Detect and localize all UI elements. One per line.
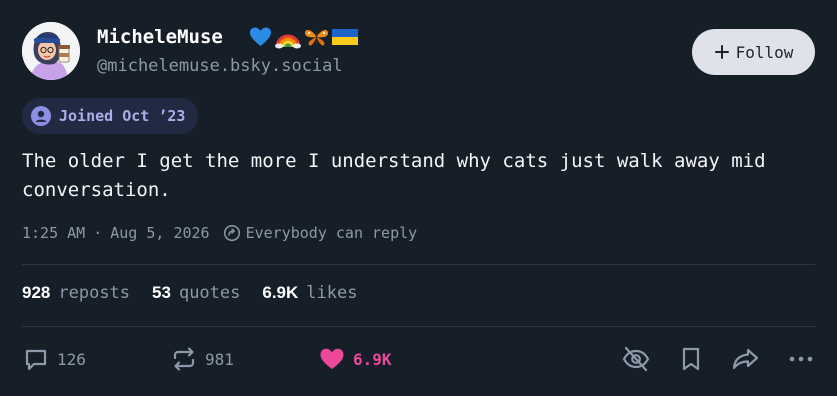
quotes-stat[interactable]: 53 quotes [152,283,240,303]
post-thread-view: MicheleMuse @michelemuse.bsky.social Fol… [0,0,837,396]
likes-label: likes [306,283,358,303]
reply-count: 126 [57,349,86,369]
follow-button-label: Follow [735,42,794,62]
repost-button[interactable]: 981 [170,345,318,373]
joined-label: Joined Oct ’23 [59,107,186,125]
engagement-stats: 928 reposts 53 quotes 6.9K likes [22,283,357,303]
post-time[interactable]: 1:25 AM [22,224,85,242]
reposts-count: 928 [22,283,51,302]
repost-count: 981 [205,349,234,369]
secondary-actions [621,345,815,373]
butterfly-icon [305,29,328,46]
reply-setting: Everybody can reply [245,224,418,242]
display-name-emojis [248,25,359,49]
user-icon [31,106,51,126]
hide-post-button[interactable] [621,345,651,373]
share-button[interactable] [731,345,761,373]
reposts-stat[interactable]: 928 reposts [22,283,130,303]
globe-reply-icon [223,224,240,242]
bookmark-button[interactable] [677,345,705,373]
quotes-label: quotes [178,283,241,303]
post-actions: 126 981 6.9K [22,344,815,374]
likes-count: 6.9K [262,283,299,302]
post-date[interactable]: Aug 5, 2026 [110,224,209,242]
heart-filled-icon [320,348,344,369]
reposts-label: reposts [58,283,131,303]
avatar-illustration [22,22,80,80]
post-meta: 1:25 AM · Aug 5, 2026 Everybody can repl… [22,224,417,242]
plus-icon [714,45,729,59]
reply-button[interactable]: 126 [22,345,170,373]
divider-top [22,264,815,265]
joined-badge: Joined Oct ’23 [22,98,199,134]
repost-icon [173,347,195,371]
divider-bottom [22,326,815,327]
meta-separator: · [93,224,103,242]
like-button[interactable]: 6.9K [318,345,392,373]
author-display-name[interactable]: MicheleMuse [97,26,223,48]
likes-stat[interactable]: 6.9K likes [262,283,357,303]
author-avatar[interactable] [22,22,80,80]
author-handle[interactable]: @michelemuse.bsky.social [97,56,343,76]
quotes-count: 53 [152,283,171,302]
blue-heart-icon [250,27,271,46]
more-options-button[interactable] [787,345,815,373]
ukraine-flag-icon [332,29,358,45]
post-text: The older I get the more I understand wh… [22,150,766,201]
reply-icon [25,349,47,371]
like-count: 6.9K [353,349,392,369]
rainbow-icon [275,34,301,49]
follow-button[interactable]: Follow [692,29,815,75]
